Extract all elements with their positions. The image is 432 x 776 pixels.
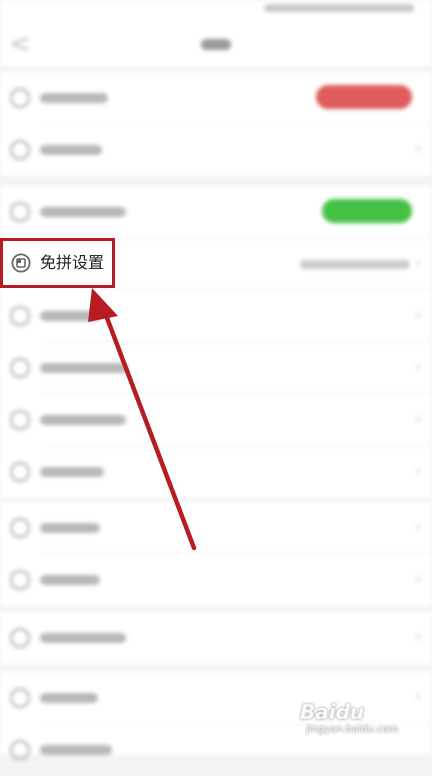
watermark-url: jingyan.baidu.com (306, 724, 399, 735)
pointer-arrow (88, 288, 197, 551)
watermark: Baidu jingyan.baidu.com (300, 700, 430, 750)
watermark-brand: Baidu (300, 700, 365, 724)
